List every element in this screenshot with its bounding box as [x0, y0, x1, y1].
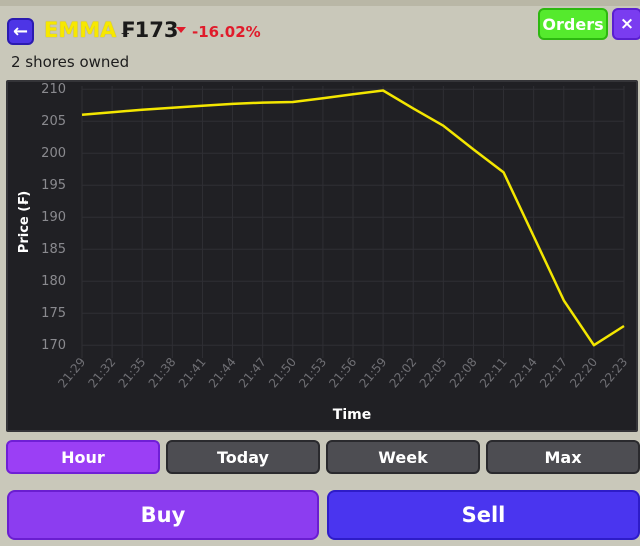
- x-tick-label: 21:38: [146, 355, 179, 390]
- x-axis-label: Time: [333, 407, 371, 423]
- x-tick-label: 21:32: [85, 355, 118, 390]
- x-tick-label: 22:05: [417, 355, 450, 390]
- y-tick-label: 200: [41, 146, 66, 161]
- x-tick-label: 21:44: [206, 355, 239, 390]
- y-tick-label: 190: [41, 210, 66, 225]
- x-tick-label: 22:08: [447, 355, 480, 390]
- ticker-symbol: EMMA: [44, 18, 117, 42]
- stock-header: ← EMMA ₣173 -16.02% Orders ×: [0, 8, 640, 54]
- x-tick-label: 21:35: [116, 355, 149, 390]
- range-button-week[interactable]: Week: [326, 440, 480, 474]
- sell-button[interactable]: Sell: [327, 490, 640, 540]
- close-icon: ×: [619, 14, 635, 34]
- y-tick-label: 170: [41, 338, 66, 353]
- y-tick-label: 180: [41, 274, 66, 289]
- x-tick-label: 22:17: [537, 355, 570, 390]
- x-tick-label: 21:50: [266, 355, 299, 390]
- y-tick-label: 210: [41, 82, 66, 97]
- y-tick-label: 205: [41, 114, 66, 129]
- back-button[interactable]: ←: [7, 18, 34, 45]
- price-change: -16.02%: [192, 23, 261, 41]
- x-tick-label: 22:02: [387, 355, 420, 390]
- buy-button[interactable]: Buy: [7, 490, 319, 540]
- window-top-strip: [0, 0, 640, 6]
- range-button-today[interactable]: Today: [166, 440, 320, 474]
- x-tick-label: 21:53: [296, 355, 329, 390]
- y-axis-label: Price (₣): [17, 191, 32, 253]
- x-tick-label: 22:23: [597, 355, 630, 390]
- orders-button[interactable]: Orders: [538, 8, 608, 40]
- y-tick-label: 185: [41, 242, 66, 257]
- x-tick-label: 21:29: [55, 355, 88, 390]
- arrow-left-icon: ←: [12, 21, 29, 42]
- close-button[interactable]: ×: [612, 8, 640, 40]
- y-tick-label: 195: [41, 178, 66, 193]
- price-chart-svg: 17017518018519019520020521021:2921:3221:…: [17, 82, 630, 423]
- range-button-max[interactable]: Max: [486, 440, 640, 474]
- range-button-hour[interactable]: Hour: [6, 440, 160, 474]
- x-tick-label: 21:56: [326, 355, 359, 390]
- x-tick-label: 21:47: [236, 355, 269, 390]
- x-tick-label: 22:20: [567, 355, 600, 390]
- x-tick-label: 21:41: [176, 355, 209, 390]
- current-price: ₣173: [120, 18, 179, 42]
- shares-owned-text: 2 shores owned: [11, 53, 130, 71]
- x-tick-label: 22:11: [477, 355, 510, 390]
- triangle-down-icon: [176, 27, 186, 33]
- price-chart: 170 175 180 185 190 195 200 205 210 21:29 21:32 21:…: [6, 80, 638, 432]
- x-tick-label: 21:59: [356, 355, 389, 390]
- time-range-selector: Hour Today Week Max: [6, 440, 640, 474]
- x-tick-label: 22:14: [507, 355, 540, 390]
- y-tick-label: 175: [41, 306, 66, 321]
